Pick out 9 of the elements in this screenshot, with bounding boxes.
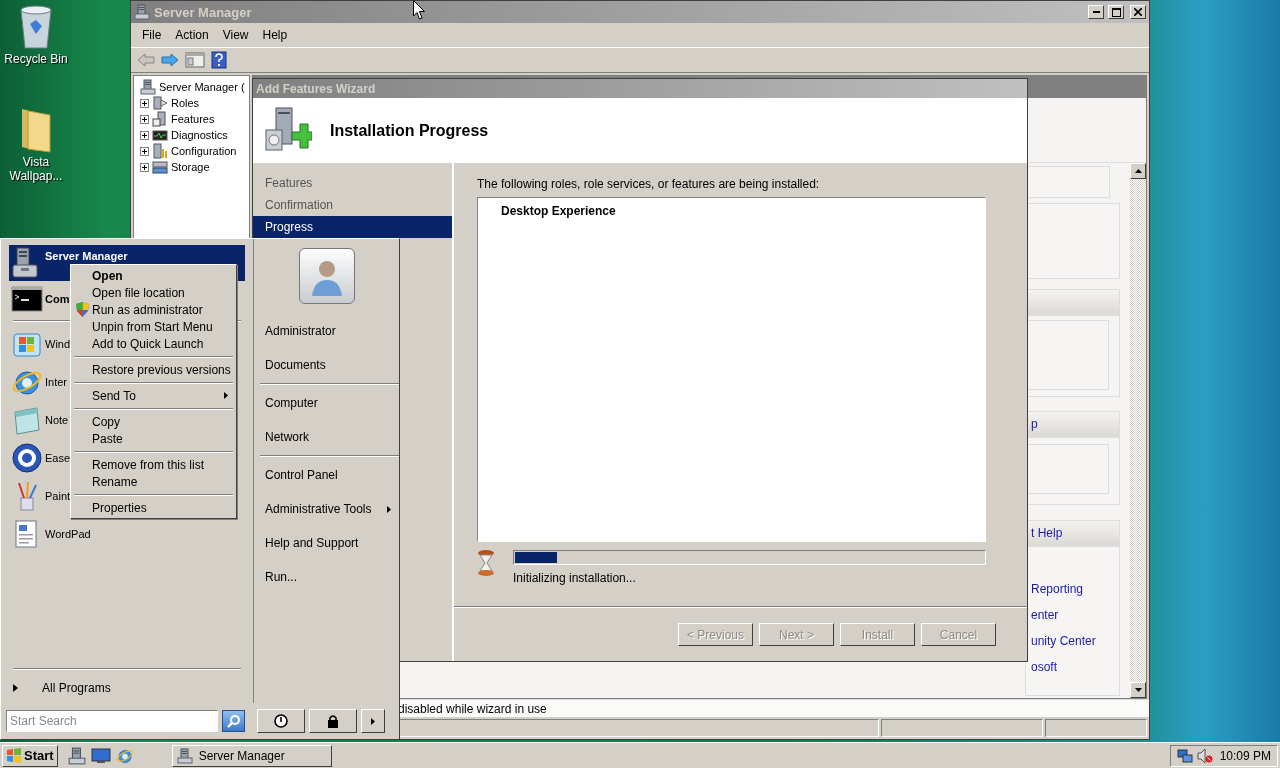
progress-status: Initializing installation...: [513, 571, 637, 585]
section-heading: t Help: [1025, 520, 1120, 546]
status-text: disabled while wizard in use: [398, 701, 547, 716]
section-heading: p: [1025, 411, 1120, 437]
instruction-text: The following roles, role services, or features are being installed:: [477, 177, 821, 191]
dialog-heading: Installation Progress: [330, 121, 489, 140]
list-item: Desktop Experience: [501, 204, 617, 218]
window-title: Server Manager: [154, 4, 252, 20]
dialog-title: Add Features Wizard: [256, 81, 376, 96]
